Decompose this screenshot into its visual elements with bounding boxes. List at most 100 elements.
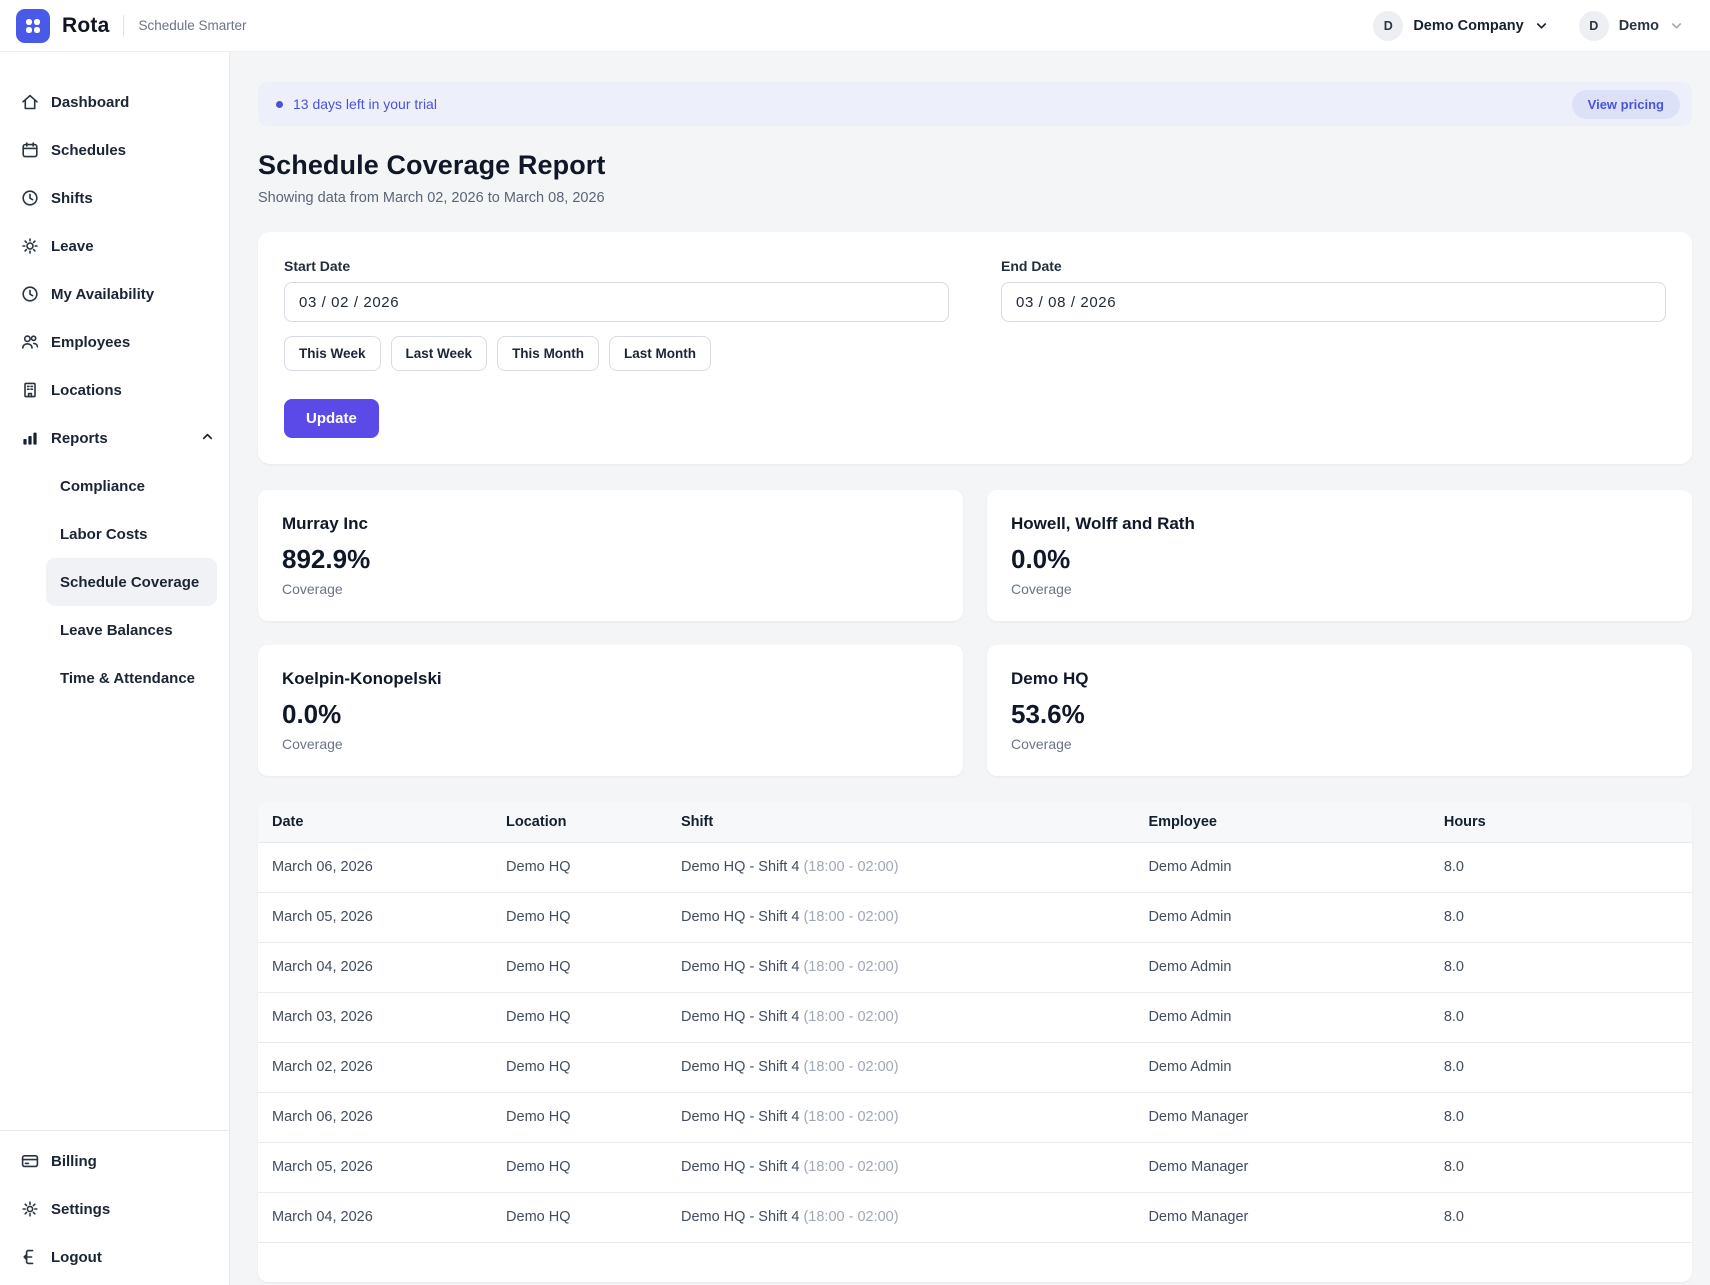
shift-name: Demo HQ - Shift 4 (681, 909, 799, 925)
cell-hours: 8.0 (1434, 1142, 1692, 1192)
sidebar-item-billing[interactable]: Billing (0, 1137, 229, 1185)
cell-hours: 8.0 (1434, 1092, 1692, 1142)
app-name[interactable]: Rota (62, 14, 109, 38)
start-date-input[interactable] (284, 282, 949, 322)
sidebar-item-compliance[interactable]: Compliance (46, 462, 217, 510)
clock-icon (20, 188, 40, 208)
sidebar-item-logout[interactable]: Logout (0, 1233, 229, 1281)
sidebar-item-settings[interactable]: Settings (0, 1185, 229, 1233)
sidebar-item-reports[interactable]: Reports (0, 414, 229, 462)
quick-range-button[interactable]: Last Month (609, 336, 711, 371)
sidebar-item-label: Settings (51, 1201, 110, 1218)
coverage-card-value: 53.6% (1011, 699, 1668, 730)
rota-logo-icon[interactable] (16, 9, 50, 43)
table-row: March 06, 2026 Demo HQ Demo HQ - Shift 4… (258, 842, 1692, 892)
company-name: Demo Company (1413, 18, 1523, 34)
cell-shift: Demo HQ - Shift 4 (18:00 - 02:00) (671, 992, 1138, 1042)
shift-name: Demo HQ - Shift 4 (681, 1159, 799, 1175)
coverage-card: Murray Inc 892.9% Coverage (258, 490, 963, 621)
shift-time: (18:00 - 02:00) (803, 1009, 898, 1025)
shift-name: Demo HQ - Shift 4 (681, 1109, 799, 1125)
sidebar-item-label: Billing (51, 1153, 97, 1170)
trial-text: 13 days left in your trial (293, 96, 437, 112)
chevron-down-icon (1669, 18, 1684, 33)
logout-icon (20, 1247, 40, 1267)
sidebar-subitem-label: Compliance (60, 478, 145, 495)
quick-range-button[interactable]: Last Week (391, 336, 488, 371)
update-button[interactable]: Update (284, 399, 379, 438)
column-header-hours: Hours (1434, 802, 1692, 842)
table-row: March 04, 2026 Demo HQ Demo HQ - Shift 4… (258, 942, 1692, 992)
view-pricing-button[interactable]: View pricing (1572, 90, 1680, 119)
sidebar-subitem-label: Schedule Coverage (60, 574, 199, 591)
sun-icon (20, 236, 40, 256)
shift-time: (18:00 - 02:00) (803, 1059, 898, 1075)
cell-location: Demo HQ (496, 1092, 671, 1142)
chevron-down-icon (1534, 18, 1549, 33)
sidebar-item-label: Reports (51, 430, 108, 447)
sidebar-item-label: Dashboard (51, 94, 129, 111)
coverage-card: Demo HQ 53.6% Coverage (987, 645, 1692, 776)
coverage-card: Koelpin-Konopelski 0.0% Coverage (258, 645, 963, 776)
cell-hours: 8.0 (1434, 892, 1692, 942)
cell-date: March 06, 2026 (258, 1092, 496, 1142)
cell-employee: Demo Manager (1138, 1092, 1433, 1142)
sidebar-item-leave-balances[interactable]: Leave Balances (46, 606, 217, 654)
user-menu[interactable]: D Demo (1579, 11, 1684, 41)
app-tagline: Schedule Smarter (138, 18, 246, 33)
sidebar-item-shifts[interactable]: Shifts (0, 174, 229, 222)
sidebar-subitem-label: Leave Balances (60, 622, 173, 639)
cell-date: March 03, 2026 (258, 992, 496, 1042)
cell-date: March 04, 2026 (258, 942, 496, 992)
cell-location: Demo HQ (496, 1042, 671, 1092)
sidebar-item-leave[interactable]: Leave (0, 222, 229, 270)
sidebar-item-schedules[interactable]: Schedules (0, 126, 229, 174)
brand: Rota Schedule Smarter (16, 9, 247, 43)
sidebar-item-dashboard[interactable]: Dashboard (0, 78, 229, 126)
cell-employee: Demo Manager (1138, 1142, 1433, 1192)
page-title: Schedule Coverage Report (258, 150, 1692, 181)
cell-hours: 8.0 (1434, 842, 1692, 892)
sidebar-item-labor-costs[interactable]: Labor Costs (46, 510, 217, 558)
sidebar-item-locations[interactable]: Locations (0, 366, 229, 414)
company-avatar: D (1373, 11, 1403, 41)
coverage-table-card: Date Location Shift Employee Hours March… (258, 802, 1692, 1282)
start-date-group: Start Date (284, 258, 949, 322)
sidebar-item-label: Logout (51, 1249, 102, 1266)
cell-shift: Demo HQ - Shift 4 (18:00 - 02:00) (671, 1042, 1138, 1092)
start-date-label: Start Date (284, 258, 949, 274)
quick-range-button[interactable]: This Month (497, 336, 599, 371)
user-avatar: D (1579, 11, 1609, 41)
cell-location: Demo HQ (496, 1192, 671, 1242)
shift-time: (18:00 - 02:00) (803, 1159, 898, 1175)
calendar-icon (20, 140, 40, 160)
topbar: Rota Schedule Smarter D Demo Company D D… (0, 0, 1710, 52)
end-date-input[interactable] (1001, 282, 1666, 322)
cell-hours: 8.0 (1434, 942, 1692, 992)
page-subtitle: Showing data from March 02, 2026 to Marc… (258, 190, 1692, 206)
sidebar-item-time-attendance[interactable]: Time & Attendance (46, 654, 217, 702)
cell-hours: 8.0 (1434, 1192, 1692, 1242)
sidebar-item-schedule-coverage[interactable]: Schedule Coverage (46, 558, 217, 606)
quick-range-button[interactable]: This Week (284, 336, 381, 371)
brand-divider (123, 15, 124, 37)
shift-name: Demo HQ - Shift 4 (681, 959, 799, 975)
sidebar-subitem-label: Labor Costs (60, 526, 148, 543)
sidebar-item-my-availability[interactable]: My Availability (0, 270, 229, 318)
coverage-card-name: Murray Inc (282, 514, 939, 534)
coverage-card-label: Coverage (1011, 581, 1668, 597)
clock-icon (20, 284, 40, 304)
coverage-card-value: 0.0% (1011, 544, 1668, 575)
end-date-label: End Date (1001, 258, 1666, 274)
sidebar: Dashboard Schedules Shifts Leave My Avai… (0, 52, 230, 1285)
coverage-card-label: Coverage (1011, 736, 1668, 752)
sidebar-item-employees[interactable]: Employees (0, 318, 229, 366)
column-header-employee: Employee (1138, 802, 1433, 842)
sidebar-item-label: Shifts (51, 190, 93, 207)
sidebar-item-label: Leave (51, 238, 94, 255)
company-menu[interactable]: D Demo Company (1373, 11, 1548, 41)
coverage-cards: Murray Inc 892.9% Coverage Howell, Wolff… (258, 490, 1692, 776)
sidebar-item-label: Schedules (51, 142, 126, 159)
cell-date: March 04, 2026 (258, 1192, 496, 1242)
coverage-card-label: Coverage (282, 581, 939, 597)
